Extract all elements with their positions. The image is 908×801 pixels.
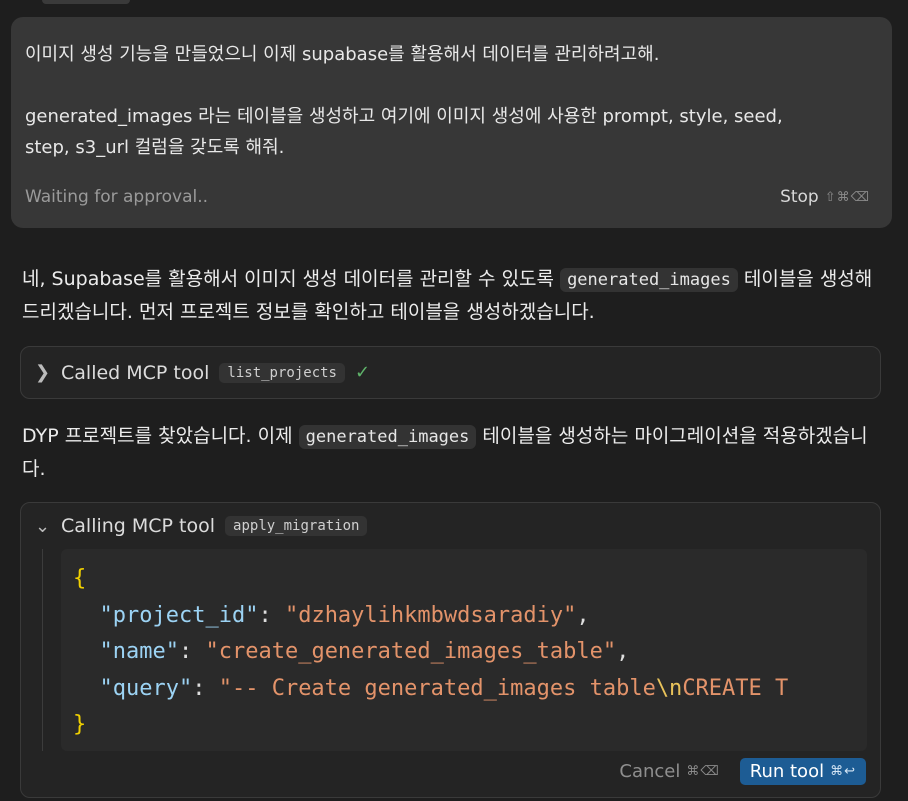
check-icon: ✓	[354, 362, 371, 383]
cancel-label: Cancel	[619, 761, 681, 782]
stop-button[interactable]: Stop ⇧⌘⌫	[780, 187, 870, 207]
run-tool-shortcut: ⌘↩	[830, 764, 856, 779]
inline-code: generated_images	[560, 268, 738, 292]
json-value: CREATE T	[682, 675, 789, 701]
chevron-down-icon: ⌄	[35, 515, 51, 537]
user-message-footer: Waiting for approval.. Stop ⇧⌘⌫	[25, 187, 870, 207]
stop-shortcut: ⇧⌘⌫	[824, 189, 870, 205]
assistant-text: 네, Supabase를 활용해서 이미지 생성 데이터를 관리할 수 있도록	[22, 268, 561, 290]
approval-status: Waiting for approval..	[25, 187, 209, 207]
tool-name-badge: apply_migration	[225, 516, 368, 536]
run-tool-label: Run tool	[749, 761, 825, 782]
tool-call-title: Calling MCP tool	[61, 515, 216, 537]
inline-code: generated_images	[298, 425, 477, 449]
json-key: "query"	[99, 675, 193, 701]
run-tool-button[interactable]: Run tool ⌘↩	[739, 758, 866, 785]
previous-message-edge	[42, 0, 130, 4]
user-message-line: 이미지 생성 기능을 만들었으니 이제 supabase를 활용해서 데이터를 …	[25, 44, 660, 65]
assistant-text: DYP 프로젝트를 찾았습니다. 이제	[22, 425, 299, 447]
tool-call-apply-migration: ⌄ Calling MCP tool apply_migration { "pr…	[20, 502, 881, 798]
cancel-shortcut: ⌘⌫	[686, 764, 720, 779]
json-value: "create_generated_images_table"	[205, 639, 617, 664]
json-key: "name"	[99, 639, 179, 664]
indent-guide	[42, 549, 43, 751]
tool-call-title: Called MCP tool	[61, 361, 210, 384]
tool-call-actions: Cancel ⌘⌫ Run tool ⌘↩	[619, 758, 866, 785]
tool-call-header[interactable]: ⌄ Calling MCP tool apply_migration	[35, 515, 368, 537]
user-message-line: step, s3_url 컬럼을 갖도록 해줘.	[25, 137, 285, 158]
json-escape: \n	[655, 675, 683, 701]
tool-name-badge: list_projects	[219, 362, 345, 383]
user-message-bubble: 이미지 생성 기능을 만들었으니 이제 supabase를 활용해서 데이터를 …	[11, 17, 892, 228]
json-value: "-- Create generated_images table	[218, 675, 656, 701]
assistant-message: 네, Supabase를 활용해서 이미지 생성 데이터를 관리할 수 있도록 …	[22, 263, 886, 328]
stop-label: Stop	[780, 187, 819, 207]
json-brace: {	[73, 566, 87, 591]
user-message-line: generated_images 라는 테이블을 생성하고 여기에 이미지 생성…	[25, 106, 783, 127]
cancel-button[interactable]: Cancel ⌘⌫	[619, 761, 719, 782]
chevron-right-icon: ❯	[35, 362, 51, 383]
assistant-message: DYP 프로젝트를 찾았습니다. 이제 generated_images 테이블…	[22, 420, 886, 485]
tool-arguments-json[interactable]: { "project_id": "dzhaylihkmbwdsaradiy", …	[61, 549, 867, 751]
json-key: "project_id"	[99, 602, 259, 628]
json-brace: }	[73, 712, 87, 737]
json-value: "dzhaylihkmbwdsaradiy"	[284, 602, 577, 628]
tool-call-list-projects[interactable]: ❯ Called MCP tool list_projects ✓	[20, 346, 881, 399]
